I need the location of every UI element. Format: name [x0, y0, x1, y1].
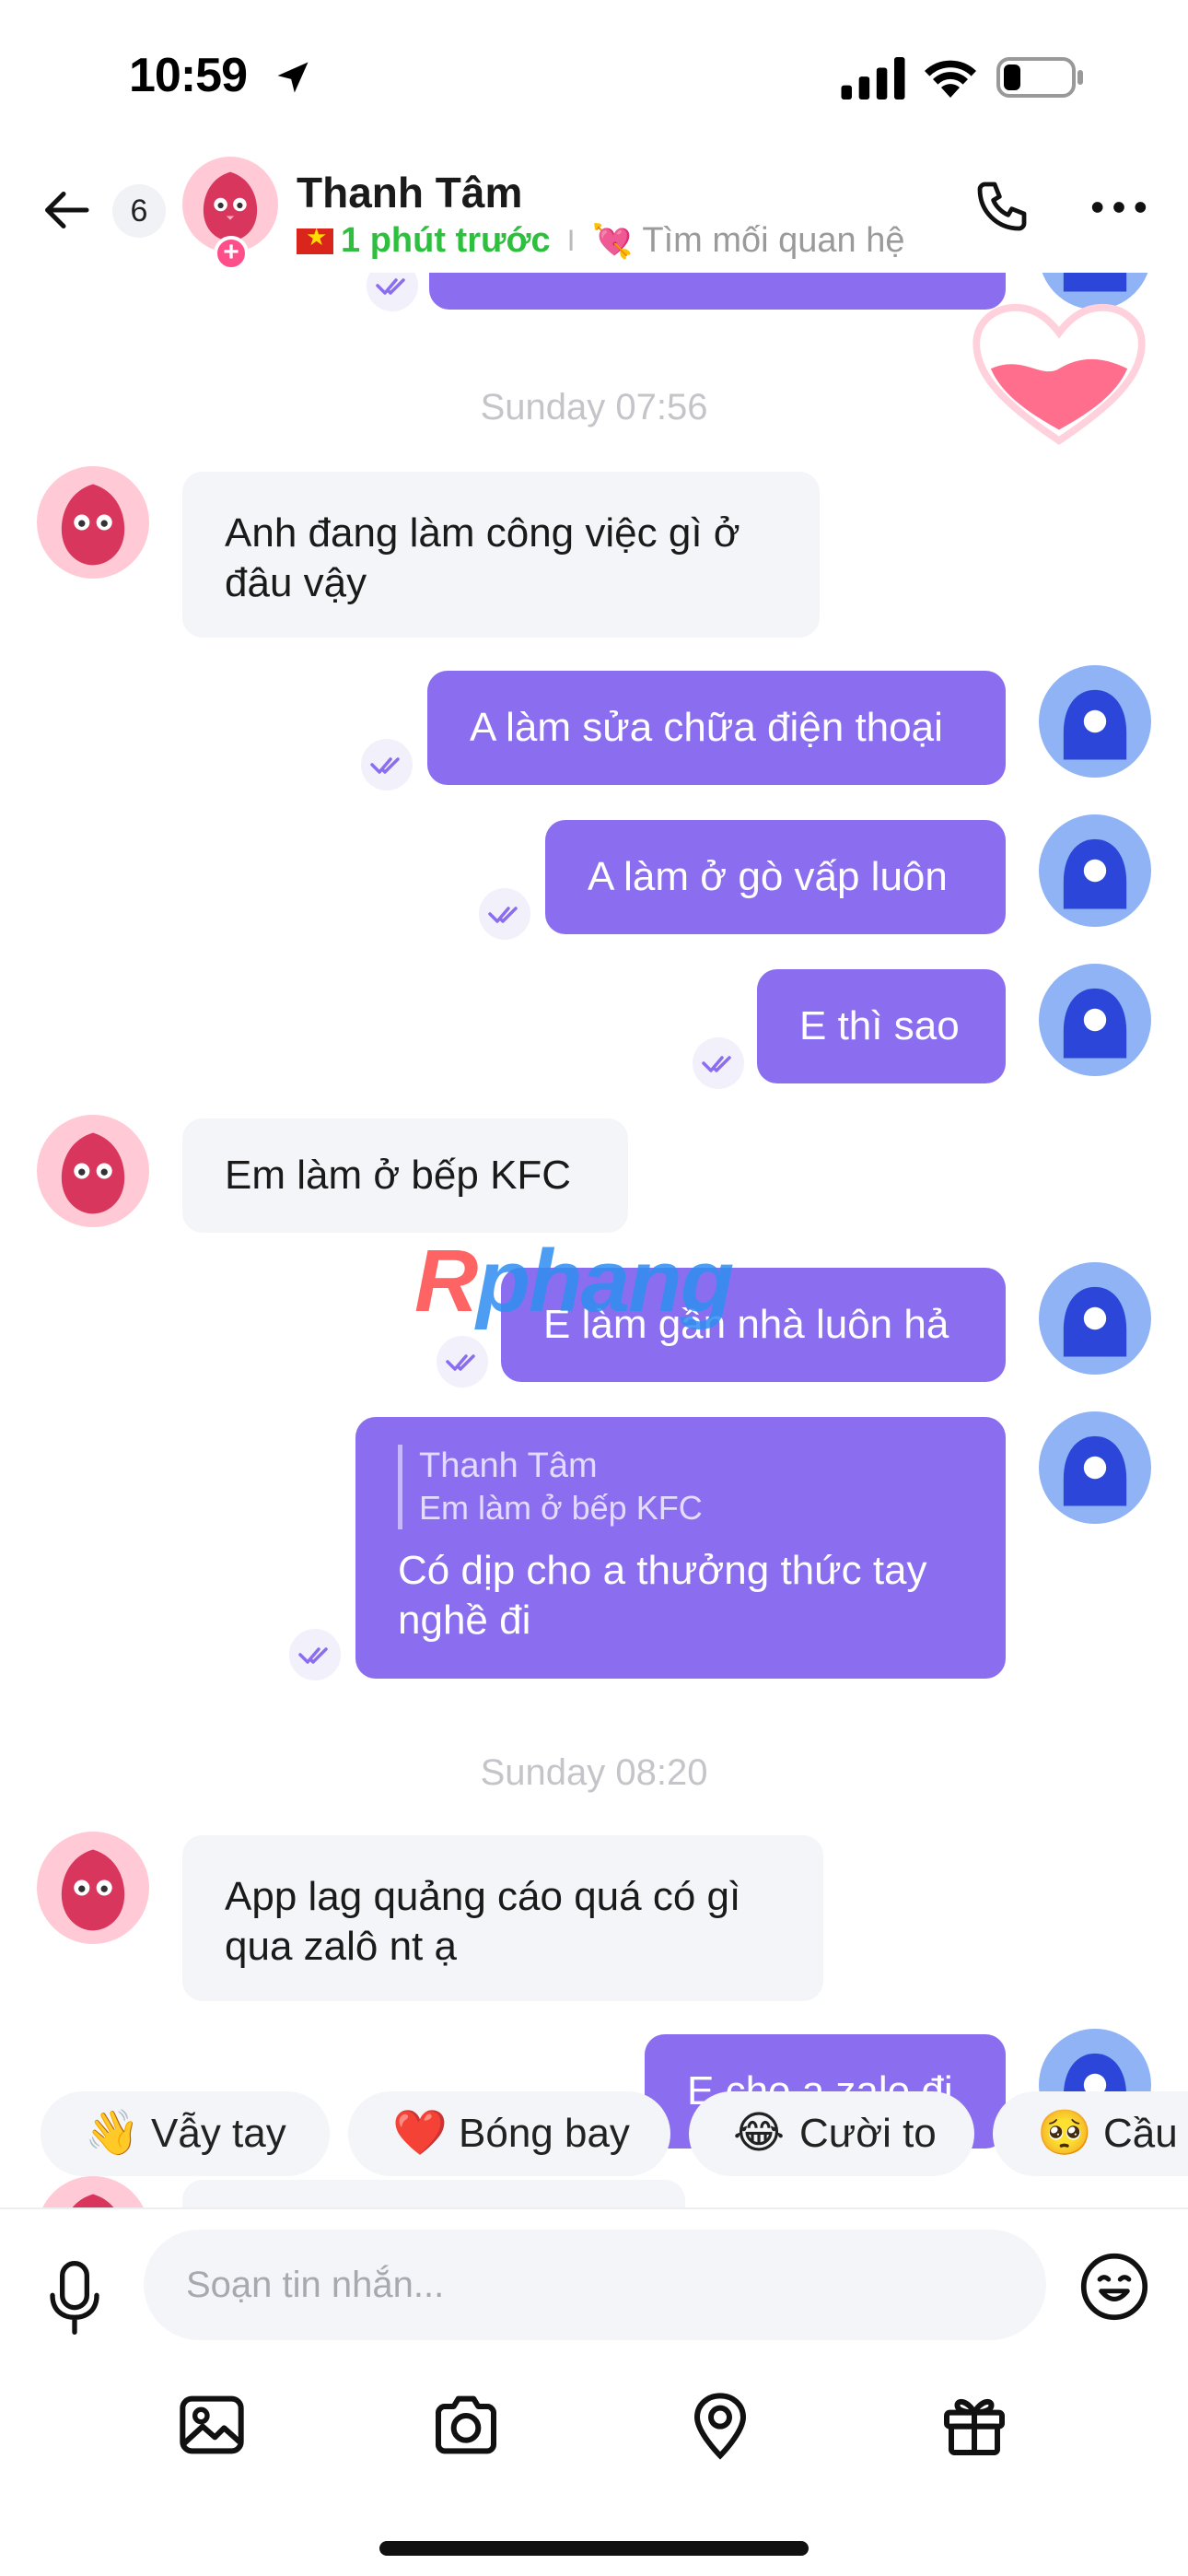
contact-message-avatar[interactable] — [37, 466, 149, 579]
date-separator: Sunday 07:56 — [480, 387, 708, 427]
message-input[interactable] — [144, 2230, 1046, 2340]
reaction-chip-laugh[interactable]: 😂 Cười to — [689, 2091, 974, 2176]
my-avatar — [1039, 1262, 1151, 1375]
message-bubble-outgoing-reply[interactable]: Thanh Tâm Em làm ở bếp KFC Có dịp cho a … — [355, 1417, 1006, 1679]
laugh-emoji-icon: 😂 — [733, 2109, 786, 2158]
reaction-chip-plead[interactable]: 🥺 Cầu — [993, 2091, 1188, 2176]
wave-emoji-icon: 👋 — [85, 2109, 140, 2158]
my-avatar — [1039, 814, 1151, 927]
reaction-chip-label: Bóng bay — [459, 2111, 630, 2156]
heart-emoji-icon: ❤️ — [392, 2109, 448, 2158]
message-bubble-outgoing[interactable]: E thì sao — [757, 969, 1006, 1083]
camera-icon[interactable] — [429, 2388, 503, 2462]
message-composer — [0, 2207, 1188, 2576]
online-status: 1 phút trước — [341, 221, 551, 260]
location-arrow-icon — [277, 62, 309, 93]
read-receipt-icon — [479, 888, 530, 940]
subline-separator: I — [566, 224, 576, 257]
wifi-icon — [925, 60, 976, 98]
read-receipt-icon — [289, 1629, 341, 1680]
status-bar: 10:59 — [0, 0, 1188, 157]
message-bubble-incoming-partial[interactable] — [182, 2180, 685, 2207]
reaction-chip-heart[interactable]: ❤️ Bóng bay — [348, 2091, 670, 2176]
contact-message-avatar[interactable] — [37, 1832, 149, 1944]
more-options-icon[interactable] — [1087, 184, 1151, 230]
message-bubble-outgoing[interactable]: A làm ở gò vấp luôn — [545, 820, 1006, 934]
add-friend-plus-icon[interactable]: + — [214, 236, 249, 271]
gallery-icon[interactable] — [175, 2388, 249, 2462]
reply-quote[interactable]: Thanh Tâm Em làm ở bếp KFC — [398, 1445, 963, 1529]
unread-count-badge[interactable]: 6 — [112, 184, 166, 238]
my-avatar — [1039, 665, 1151, 778]
date-separator: Sunday 08:20 — [480, 1752, 708, 1793]
vietnam-flag-icon — [297, 223, 333, 254]
read-receipt-icon — [693, 1037, 744, 1089]
read-receipt-icon — [437, 1336, 488, 1388]
contact-name[interactable]: Thanh Tâm — [297, 168, 522, 217]
quick-reactions-bar[interactable]: 👋 Vẫy tay ❤️ Bóng bay 😂 Cười to 🥺 Cầu — [0, 2091, 1188, 2180]
read-receipt-icon — [367, 273, 418, 311]
location-pin-icon[interactable] — [683, 2388, 757, 2462]
my-avatar — [1039, 1411, 1151, 1524]
contact-message-avatar-partial[interactable] — [37, 2176, 149, 2207]
emoji-picker-icon[interactable] — [1079, 2252, 1149, 2322]
reaction-chip-label: Vẫy tay — [151, 2111, 286, 2156]
my-avatar — [1039, 964, 1151, 1076]
back-arrow-icon[interactable] — [41, 182, 96, 238]
message-bubble-incoming[interactable]: Anh đang làm công việc gì ở đâu vậy — [182, 472, 820, 638]
contact-subline: 1 phút trước I 💘 Tìm mối quan hệ — [297, 221, 905, 261]
message-bubble-outgoing-partial[interactable] — [429, 273, 1006, 310]
status-time: 10:59 — [129, 49, 248, 102]
message-bubble-incoming[interactable]: Em làm ở bếp KFC — [182, 1118, 628, 1233]
reply-sender-name: Thanh Tâm — [419, 1446, 598, 1485]
cellular-signal-icon — [841, 57, 905, 100]
watermark-logo: Rphang — [414, 1232, 734, 1330]
heart-arrow-icon: 💘 — [591, 221, 634, 260]
relationship-link[interactable]: Tìm mối quan hệ — [642, 221, 904, 261]
reaction-chip-wave[interactable]: 👋 Vẫy tay — [41, 2091, 330, 2176]
reaction-chip-label: Cầu — [1103, 2111, 1178, 2156]
gift-icon[interactable] — [938, 2388, 1011, 2462]
reply-quoted-text: Em làm ở bếp KFC — [419, 1489, 703, 1527]
reply-message-text: Có dịp cho a thưởng thức tay nghề đi — [398, 1548, 927, 1643]
pleading-emoji-icon: 🥺 — [1037, 2109, 1092, 2158]
message-bubble-incoming[interactable]: App lag quảng cáo quá có gì qua zalô nt … — [182, 1835, 823, 2001]
home-indicator[interactable] — [379, 2541, 809, 2556]
message-bubble-outgoing[interactable]: A làm sửa chữa điện thoại — [427, 671, 1006, 785]
battery-icon — [996, 57, 1083, 98]
message-list[interactable]: Sunday 07:56 Anh đang làm công việc gì ở… — [0, 273, 1188, 2207]
microphone-icon[interactable] — [44, 2261, 105, 2335]
reaction-chip-label: Cười to — [799, 2111, 937, 2156]
chat-header: 6 + Thanh Tâm 1 phút trước I 💘 Tìm mối q… — [0, 147, 1188, 276]
contact-message-avatar[interactable] — [37, 1115, 149, 1227]
read-receipt-icon — [361, 739, 413, 790]
phone-call-icon[interactable] — [973, 177, 1031, 236]
